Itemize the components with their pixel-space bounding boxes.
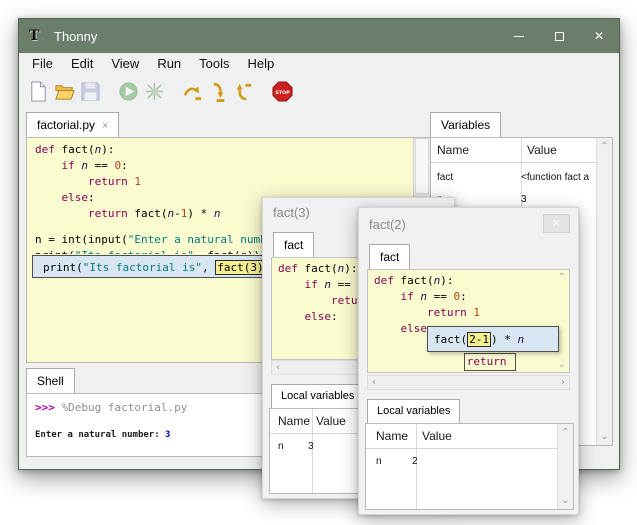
variables-tab-label: Variables <box>441 118 490 132</box>
local-variables-tab[interactable]: Local variables <box>271 384 364 408</box>
tab-shell[interactable]: Shell <box>26 368 75 393</box>
menu-file[interactable]: File <box>23 54 62 73</box>
new-file-icon <box>28 81 49 102</box>
scroll-left-icon[interactable]: ‹ <box>276 362 280 373</box>
save-file-button[interactable] <box>77 77 103 105</box>
code-line: if n == 0: <box>35 158 410 174</box>
window-title: Thonny <box>54 29 97 44</box>
evaluation-box: fact(2-1) * n <box>427 326 559 352</box>
tab-factorial-py[interactable]: factorial.py <box>26 112 119 137</box>
table-row[interactable]: fact<function fact a <box>431 166 594 188</box>
debug-icon <box>144 81 165 102</box>
menu-tools[interactable]: Tools <box>190 54 238 73</box>
scroll-down-icon[interactable]: ⌄ <box>558 495 573 506</box>
maximize-icon <box>555 32 564 41</box>
frame-tab-label: fact <box>284 238 303 252</box>
scroll-up-icon[interactable]: ⌃ <box>558 272 566 283</box>
svg-text:STOP: STOP <box>275 89 290 95</box>
shell-tab-label: Shell <box>37 374 64 388</box>
code-line: return 1 <box>35 174 410 190</box>
code-line: if n == 0: <box>374 289 567 305</box>
window-controls <box>499 19 619 53</box>
menu-help[interactable]: Help <box>239 54 284 73</box>
run-icon <box>118 81 139 102</box>
new-file-button[interactable] <box>25 77 51 105</box>
menu-edit[interactable]: Edit <box>62 54 102 73</box>
step-over-icon <box>182 81 203 102</box>
col-value[interactable]: Value <box>422 429 452 443</box>
table-row[interactable]: n2 <box>366 450 555 472</box>
variables-col-name[interactable]: Name <box>437 143 469 157</box>
local-variables-label: Local variables <box>377 405 450 417</box>
evaluated-expression: fact(2-1) * n <box>434 332 524 347</box>
menu-view[interactable]: View <box>102 54 148 73</box>
scroll-up-icon[interactable]: ⌃ <box>597 141 612 152</box>
frame-horizontal-scrollbar[interactable]: ‹ › <box>367 375 570 390</box>
toolbar: STOP <box>19 74 619 108</box>
scroll-down-icon[interactable]: ⌄ <box>597 431 612 442</box>
stop-button[interactable]: STOP <box>269 77 295 105</box>
titlebar[interactable]: T Thonny <box>19 19 619 53</box>
frame-tab-label: fact <box>380 250 399 264</box>
code-line: return 1 <box>374 305 567 321</box>
step-out-button[interactable] <box>231 77 257 105</box>
scroll-right-icon[interactable]: › <box>561 377 565 388</box>
frame-close-button[interactable] <box>543 214 570 233</box>
tab-close-icon[interactable] <box>95 118 108 132</box>
frame-tab-fact[interactable]: fact <box>369 244 410 269</box>
save-file-icon <box>80 81 101 102</box>
local-variables-tab[interactable]: Local variables <box>367 399 460 423</box>
step-into-icon <box>208 81 229 102</box>
close-icon <box>594 27 604 45</box>
step-over-button[interactable] <box>179 77 205 105</box>
local-variables-table: Name Value n2 ⌃ ⌄ <box>365 423 574 510</box>
frame-window-fact2: fact(2) fact def fact(n): if n == 0: ret… <box>358 207 579 515</box>
local-variables-header: Name Value <box>366 424 573 449</box>
shell-io-line: Enter a natural number: 3 <box>35 426 170 443</box>
local-variables-label: Local variables <box>281 390 354 402</box>
code-line: def fact(n): <box>374 273 567 289</box>
local-variables-rows: n2 <box>366 450 555 509</box>
local-variables-scrollbar[interactable]: ⌃ ⌄ <box>557 424 573 509</box>
maximize-button[interactable] <box>539 19 579 53</box>
tab-variables[interactable]: Variables <box>430 112 501 137</box>
open-file-button[interactable] <box>51 77 77 105</box>
code-line: def fact(n): <box>35 142 410 158</box>
frame-title-fact3: fact(3) <box>273 205 310 220</box>
focused-statement: print("Its factorial is", fact(3)) <box>43 260 272 275</box>
variables-col-value[interactable]: Value <box>527 143 557 157</box>
scroll-left-icon[interactable]: ‹ <box>372 377 376 388</box>
step-into-button[interactable] <box>205 77 231 105</box>
debug-script-button[interactable] <box>141 77 167 105</box>
menu-run[interactable]: Run <box>148 54 190 73</box>
frame-code-editor[interactable]: def fact(n): if n == 0: return 1 else: r… <box>367 269 570 373</box>
editor-scroll-thumb[interactable] <box>415 138 429 194</box>
step-out-icon <box>234 81 255 102</box>
close-button[interactable] <box>579 19 619 53</box>
col-name[interactable]: Name <box>376 429 408 443</box>
editor-tab-label: factorial.py <box>37 118 95 132</box>
frame-tab-fact[interactable]: fact <box>273 232 314 257</box>
stop-icon: STOP <box>272 81 293 102</box>
col-name[interactable]: Name <box>278 414 310 428</box>
menubar: File Edit View Run Tools Help <box>19 53 619 74</box>
minimize-button[interactable] <box>499 19 539 53</box>
col-value[interactable]: Value <box>316 414 346 428</box>
run-script-button[interactable] <box>115 77 141 105</box>
active-statement-box: return <box>464 353 516 371</box>
shell-prompt-line: >>> %Debug factorial.py <box>35 400 187 416</box>
thonny-logo-icon: T <box>29 27 45 45</box>
minimize-icon <box>514 36 524 37</box>
open-file-icon <box>54 81 75 102</box>
variables-scrollbar[interactable]: ⌃ ⌄ <box>596 138 612 445</box>
scroll-down-icon[interactable]: ⌄ <box>558 359 566 370</box>
frame-title-fact2: fact(2) <box>369 217 406 232</box>
scroll-up-icon[interactable]: ⌃ <box>558 427 573 438</box>
